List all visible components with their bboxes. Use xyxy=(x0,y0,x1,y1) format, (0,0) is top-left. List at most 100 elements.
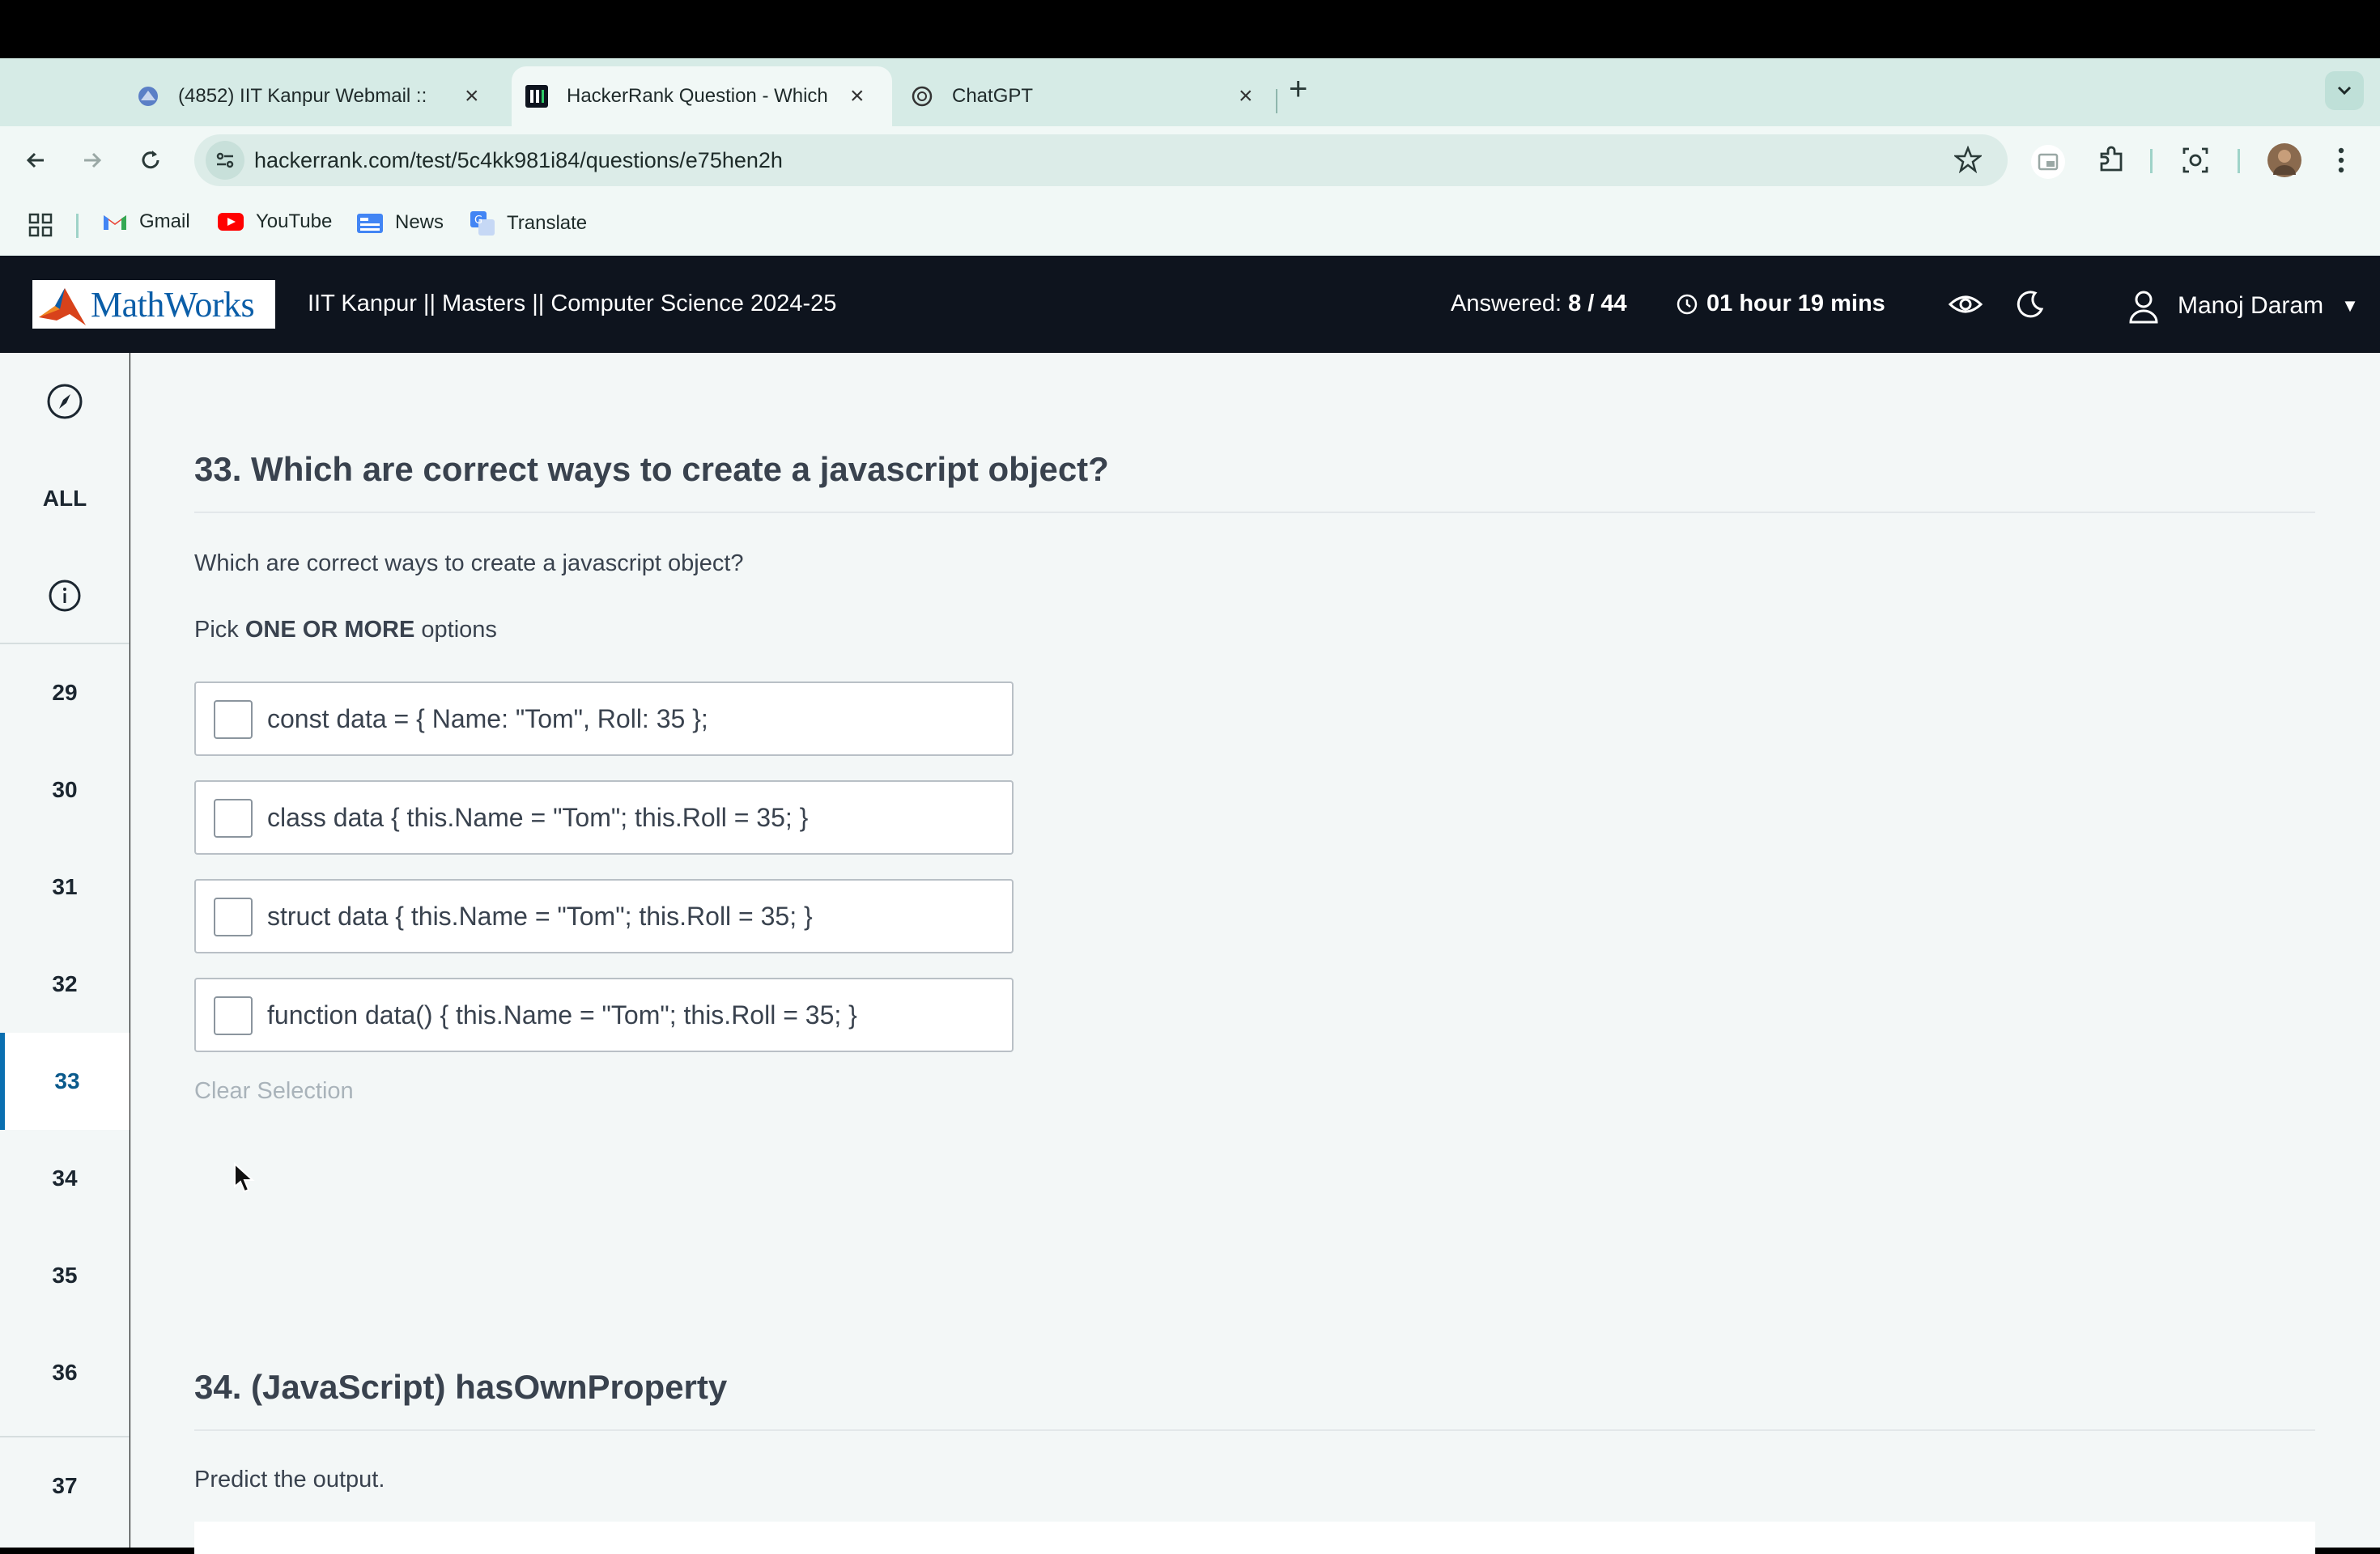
arrow-left-icon xyxy=(26,152,44,168)
tab-title: (4852) IIT Kanpur Webmail :: xyxy=(178,85,427,107)
user-icon xyxy=(2129,291,2158,324)
question-prompt: Predict the output. xyxy=(194,1467,385,1492)
bookmark-youtube[interactable]: YouTube xyxy=(217,210,332,233)
bookmark-news[interactable]: News xyxy=(356,210,444,235)
clear-selection-button[interactable]: Clear Selection xyxy=(194,1078,354,1105)
browser-tab-strip: (4852) IIT Kanpur Webmail :: × HackerRan… xyxy=(0,58,2380,126)
bookmarks-bar: Gmail YouTube News G Translate xyxy=(0,194,2380,256)
user-name: Manoj Daram xyxy=(2178,292,2324,319)
back-button[interactable] xyxy=(18,142,53,178)
apps-grid-icon[interactable] xyxy=(28,212,53,238)
info-icon xyxy=(49,580,81,612)
screenshot-icon[interactable] xyxy=(2179,144,2212,180)
option-4[interactable]: function data() { this.Name = "Tom"; thi… xyxy=(194,978,1014,1052)
mathworks-logo: MathWorks xyxy=(32,280,275,329)
bookmark-translate[interactable]: G Translate xyxy=(470,210,587,236)
checkbox[interactable] xyxy=(214,700,253,739)
browser-toolbar: hackerrank.com/test/5c4kk981i84/question… xyxy=(0,126,2380,194)
avatar[interactable] xyxy=(2267,142,2302,182)
picture-in-picture-icon[interactable] xyxy=(2030,144,2066,184)
info-button[interactable] xyxy=(0,547,130,644)
mouse-cursor-icon xyxy=(234,1162,255,1193)
answered-value: 8 / 44 xyxy=(1568,291,1627,316)
answered-counter: Answered: 8 / 44 xyxy=(1451,291,1627,317)
bookmark-label: YouTube xyxy=(256,210,333,232)
more-menu-icon[interactable] xyxy=(2333,144,2349,180)
option-3[interactable]: struct data { this.Name = "Tom"; this.Ro… xyxy=(194,879,1014,953)
site-info-icon[interactable] xyxy=(206,141,244,180)
extensions-icon[interactable] xyxy=(2095,144,2127,180)
sidebar-item-31[interactable]: 31 xyxy=(0,839,130,936)
hackerrank-icon xyxy=(525,84,549,108)
question-title: 33. Which are correct ways to create a j… xyxy=(194,450,1109,488)
title-divider xyxy=(194,1429,2315,1431)
close-icon[interactable]: × xyxy=(850,83,865,110)
checkbox[interactable] xyxy=(214,799,253,838)
chatgpt-icon xyxy=(910,84,934,108)
option-2[interactable]: class data { this.Name = "Tom"; this.Rol… xyxy=(194,780,1014,855)
new-tab-icon[interactable]: + xyxy=(1289,73,1307,105)
option-label: struct data { this.Name = "Tom"; this.Ro… xyxy=(267,902,813,931)
news-icon xyxy=(356,210,384,235)
compass-button[interactable] xyxy=(0,353,130,450)
sidebar-item-36[interactable]: 36 xyxy=(0,1324,130,1421)
arrow-right-icon xyxy=(84,152,102,168)
option-label: class data { this.Name = "Tom"; this.Rol… xyxy=(267,803,809,832)
translate-icon: G xyxy=(470,210,495,236)
pick-instruction: Pick ONE OR MORE options xyxy=(194,617,497,643)
tab-title: HackerRank Question - Which xyxy=(567,85,828,107)
svg-text:G: G xyxy=(474,214,482,227)
timer: 01 hour 19 mins xyxy=(1676,291,1885,317)
sidebar-item-30[interactable]: 30 xyxy=(0,741,130,839)
tab-webmail[interactable]: (4852) IIT Kanpur Webmail :: × xyxy=(136,66,500,126)
sidebar-item-all[interactable]: ALL xyxy=(0,450,130,547)
reload-button[interactable] xyxy=(133,142,168,178)
sidebar-item-37[interactable]: 37 xyxy=(0,1437,130,1535)
checkbox[interactable] xyxy=(214,996,253,1035)
eye-icon[interactable] xyxy=(1948,288,1983,325)
option-label: function data() { this.Name = "Tom"; thi… xyxy=(267,1000,857,1030)
youtube-icon xyxy=(217,212,244,231)
bookmark-label: Gmail xyxy=(139,210,190,232)
tab-search-button[interactable] xyxy=(2325,71,2364,110)
os-menu-bar xyxy=(0,0,2380,58)
option-label: const data = { Name: "Tom", Roll: 35 }; xyxy=(267,704,708,733)
chevron-down-icon xyxy=(2337,86,2352,96)
sidebar-item-35[interactable]: 35 xyxy=(0,1227,130,1324)
tab-hackerrank[interactable]: HackerRank Question - Which × xyxy=(512,66,892,126)
code-block xyxy=(194,1522,2315,1554)
reload-icon xyxy=(142,151,159,169)
bookmark-label: Translate xyxy=(507,212,588,234)
checkbox[interactable] xyxy=(214,898,253,936)
dark-mode-icon[interactable] xyxy=(2014,288,2046,325)
option-1[interactable]: const data = { Name: "Tom", Roll: 35 }; xyxy=(194,681,1014,756)
sidebar-item-29[interactable]: 29 xyxy=(0,644,130,741)
clock-icon xyxy=(1677,294,1698,314)
sidebar-item-34[interactable]: 34 xyxy=(0,1130,130,1227)
toolbar-separator xyxy=(2238,149,2240,173)
question-sidebar: ALL 29 30 31 32 33 34 35 36 37 xyxy=(0,353,130,1548)
tab-title: ChatGPT xyxy=(952,85,1034,107)
compass-icon xyxy=(47,384,83,419)
logo-text: MathWorks xyxy=(91,284,255,325)
test-title: IIT Kanpur || Masters || Computer Scienc… xyxy=(308,291,837,316)
pick-prefix: Pick xyxy=(194,617,239,643)
bookmark-star-icon[interactable] xyxy=(1953,145,1983,177)
pick-bold: ONE OR MORE xyxy=(244,617,415,643)
answered-label: Answered: xyxy=(1451,291,1562,316)
webmail-icon xyxy=(136,84,160,108)
bookmark-gmail[interactable]: Gmail xyxy=(102,210,190,233)
question-panel: 33. Which are correct ways to create a j… xyxy=(130,353,2380,1554)
question-title: 34. (JavaScript) hasOwnProperty xyxy=(194,1368,728,1406)
address-bar[interactable]: hackerrank.com/test/5c4kk981i84/question… xyxy=(194,134,2008,186)
close-icon[interactable]: × xyxy=(465,83,479,110)
user-menu[interactable]: Manoj Daram ▼ xyxy=(2127,288,2359,324)
sidebar-item-33[interactable]: 33 xyxy=(0,1033,130,1130)
toolbar-separator xyxy=(2150,149,2153,173)
close-icon[interactable]: × xyxy=(1239,83,1253,110)
bookmark-separator xyxy=(76,214,79,238)
forward-button[interactable] xyxy=(74,142,110,178)
bookmark-label: News xyxy=(395,211,444,233)
sidebar-item-32[interactable]: 32 xyxy=(0,936,130,1033)
tab-chatgpt[interactable]: ChatGPT × xyxy=(910,66,1266,126)
